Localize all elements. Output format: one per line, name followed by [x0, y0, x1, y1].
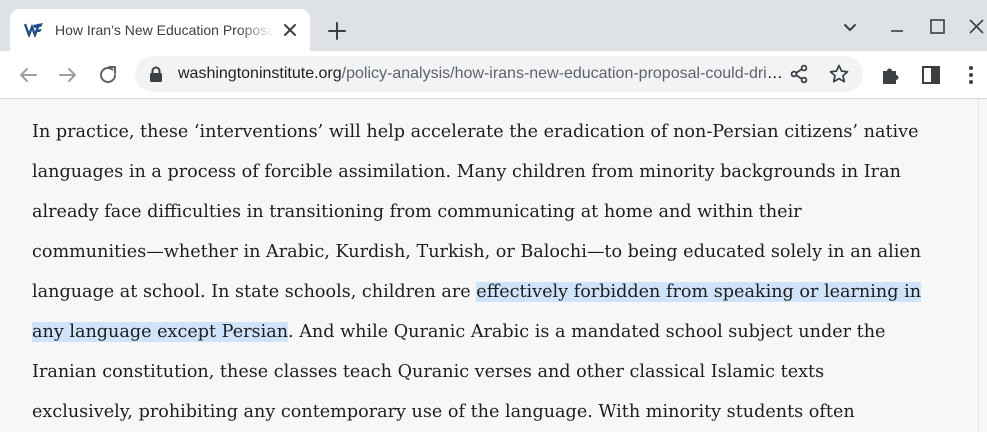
- paragraph-line: In practice, these ‘interventions’ will …: [32, 122, 919, 142]
- tab-title: How Iran’s New Education Proposal Could …: [55, 22, 273, 38]
- selected-text[interactable]: effectively forbidden from speaking or l…: [476, 282, 922, 302]
- article-paragraph: In practice, these ‘interventions’ will …: [32, 112, 972, 432]
- browser-tab[interactable]: How Iran’s New Education Proposal Could …: [10, 9, 310, 51]
- maximize-icon[interactable]: [927, 16, 949, 38]
- bookmark-star-icon[interactable]: [828, 63, 850, 85]
- url-host: washingtoninstitute.org: [178, 65, 342, 82]
- lock-icon[interactable]: [149, 66, 163, 82]
- paragraph-line: exclusively, prohibiting any contemporar…: [32, 402, 855, 422]
- share-icon[interactable]: [788, 63, 810, 85]
- paragraph-line: Iranian constitution, these classes teac…: [32, 362, 825, 382]
- address-bar[interactable]: washingtoninstitute.org/policy-analysis/…: [135, 56, 863, 92]
- new-tab-plus-icon[interactable]: [326, 20, 348, 42]
- selected-text[interactable]: any language except Persian: [32, 322, 289, 342]
- tab-strip: How Iran’s New Education Proposal Could …: [0, 0, 987, 51]
- paragraph-line: communities—whether in Arabic, Kurdish, …: [32, 242, 922, 262]
- line-text: language at school. In state schools, ch…: [32, 282, 477, 302]
- paragraph-line: language at school. In state schools, ch…: [32, 272, 972, 312]
- site-favicon-icon: [24, 21, 44, 37]
- extensions-puzzle-icon[interactable]: [879, 63, 903, 87]
- paragraph-line: already face difficulties in transitioni…: [32, 202, 802, 222]
- reload-icon[interactable]: [96, 63, 120, 87]
- paragraph-line: any language except Persian. And while Q…: [32, 312, 972, 352]
- side-panel-icon[interactable]: [919, 63, 943, 87]
- scrollbar[interactable]: [978, 99, 987, 432]
- paragraph-line: languages in a process of forcible assim…: [32, 162, 901, 182]
- minimize-icon[interactable]: [886, 16, 908, 38]
- tab-search-chevron-down-icon[interactable]: [839, 16, 861, 38]
- line-text: . And while Quranic Arabic is a mandated…: [288, 322, 886, 342]
- back-arrow-icon[interactable]: [16, 63, 40, 87]
- browser-toolbar: washingtoninstitute.org/policy-analysis/…: [0, 51, 987, 99]
- page-content: In practice, these ‘interventions’ will …: [0, 99, 987, 432]
- url-path: /policy-analysis/how-irans-new-education…: [341, 65, 790, 82]
- more-menu-icon[interactable]: [959, 63, 983, 87]
- close-window-icon[interactable]: [966, 16, 987, 38]
- close-tab-icon[interactable]: [280, 20, 300, 40]
- forward-arrow-icon[interactable]: [56, 63, 80, 87]
- url-text[interactable]: washingtoninstitute.org/policy-analysis/…: [178, 65, 790, 83]
